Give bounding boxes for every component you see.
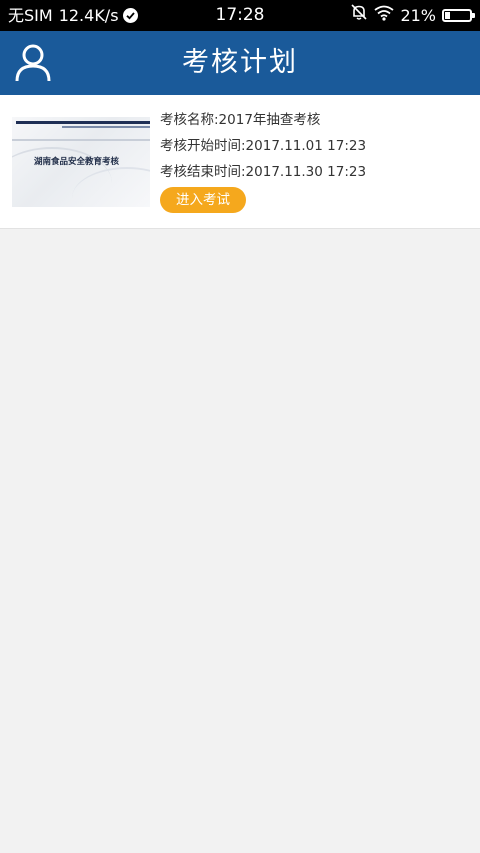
exam-end-time: 考核结束时间:2017.11.30 17:23 bbox=[160, 164, 367, 180]
user-profile-button[interactable] bbox=[12, 41, 54, 85]
exam-info: 考核名称:2017年抽查考核 考核开始时间:2017.11.01 17:23 考… bbox=[160, 107, 366, 185]
user-icon bbox=[15, 44, 51, 82]
exam-list-item[interactable]: 湖南食品安全教育考核 考核名称:2017年抽查考核 考核开始时间:2017.11… bbox=[0, 95, 480, 229]
exam-thumbnail: 湖南食品安全教育考核 bbox=[12, 117, 150, 207]
exam-name: 考核名称:2017年抽查考核 bbox=[160, 112, 321, 128]
page-title: 考核计划 bbox=[182, 47, 298, 78]
bell-off-icon bbox=[350, 0, 368, 31]
app-header: 考核计划 bbox=[0, 31, 480, 95]
battery-level-fill bbox=[445, 12, 450, 19]
thumbnail-caption: 湖南食品安全教育考核 bbox=[34, 157, 120, 167]
enter-exam-button[interactable]: 进入考试 bbox=[160, 187, 246, 213]
wifi-icon bbox=[374, 0, 394, 31]
battery-icon bbox=[442, 9, 475, 22]
exam-start-time: 考核开始时间:2017.11.01 17:23 bbox=[160, 138, 367, 154]
battery-percent: 21% bbox=[400, 6, 436, 25]
status-bar: 无SIM 12.4K/s 17:28 21% bbox=[0, 0, 480, 31]
